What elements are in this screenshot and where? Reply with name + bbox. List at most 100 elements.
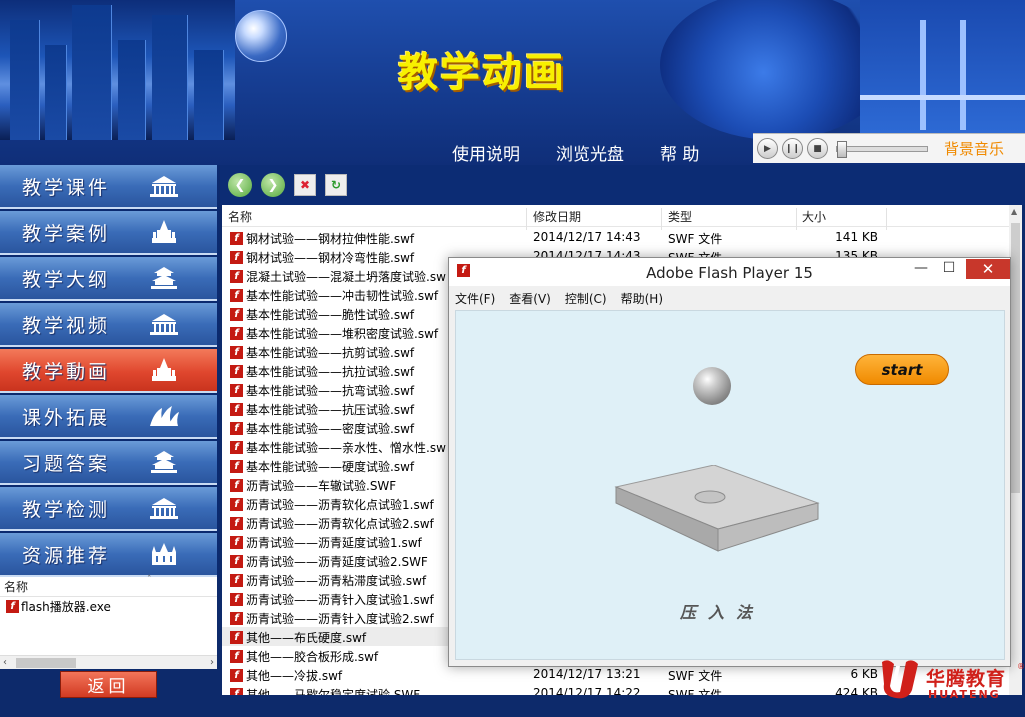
play-icon[interactable]: ▶	[757, 138, 778, 159]
sort-up-icon: ˆ	[147, 575, 152, 585]
menu-control[interactable]: 控制(C)	[565, 290, 607, 307]
explorer-toolbar: ❮ ❯ ✖ ↻	[220, 165, 1025, 205]
minimize-icon[interactable]: —	[911, 260, 931, 278]
city-skyline-image	[0, 0, 235, 140]
sidebar-item-label: 教学案例	[22, 222, 111, 245]
left-file-list: 名称 ˆ f flash播放器.exe ‹ ›	[0, 575, 217, 669]
list-item[interactable]: f flash播放器.exe	[0, 597, 217, 616]
nav-help[interactable]: 帮 助	[660, 140, 699, 165]
temple-icon	[151, 267, 177, 289]
col-name[interactable]: 名称	[228, 208, 252, 225]
menu-file[interactable]: 文件(F)	[455, 290, 495, 307]
bridge-image	[860, 0, 1025, 140]
palace-icon	[152, 358, 176, 381]
logo-cn: 华腾教育	[926, 668, 1007, 690]
swf-file-icon: f	[230, 403, 243, 416]
brand-logo: 华腾教育 HUATENG ®	[874, 656, 1025, 717]
nav-instructions[interactable]: 使用说明	[452, 140, 520, 165]
file-name-cell: f 基本性能试验——亲水性、憎水性.sw	[230, 439, 446, 456]
menu-help[interactable]: 帮助(H)	[621, 290, 663, 307]
back-button[interactable]: 返回	[60, 671, 157, 698]
swf-file-icon: f	[230, 555, 243, 568]
sidebar-item-label: 习题答案	[22, 452, 111, 475]
flash-menubar: 文件(F) 查看(V) 控制(C) 帮助(H)	[455, 290, 663, 307]
refresh-icon[interactable]: ↻	[325, 174, 347, 196]
col-type[interactable]: 类型	[668, 208, 692, 225]
file-date: 2014/12/17 14:22	[533, 686, 641, 695]
sidebar-item-animations[interactable]: 教学動画	[0, 349, 217, 393]
file-name: 基本性能试验——亲水性、憎水性.sw	[246, 441, 446, 455]
scroll-right-icon[interactable]: ›	[210, 657, 214, 668]
file-name: 沥青试验——沥青延度试验1.swf	[246, 536, 422, 550]
file-name-cell: f 基本性能试验——密度试验.swf	[230, 420, 414, 437]
stage-caption: 压入法	[680, 603, 765, 622]
test-plate-image	[614, 465, 820, 552]
swf-file-icon: f	[230, 669, 243, 682]
stop-icon[interactable]: ■	[807, 138, 828, 159]
volume-slider-knob[interactable]	[837, 140, 847, 158]
file-name-cell: f 钢材试验——钢材冷弯性能.swf	[230, 249, 414, 266]
file-name: 其他——布氏硬度.swf	[246, 631, 367, 645]
top-nav: 使用说明 浏览光盘 帮 助	[452, 140, 699, 165]
opera-house-icon	[150, 406, 179, 426]
swf-file-icon: f	[6, 600, 19, 613]
forward-arrow-icon[interactable]: ❯	[261, 173, 285, 197]
volume-slider[interactable]	[836, 140, 928, 158]
file-name: 基本性能试验——抗拉试验.swf	[246, 365, 415, 379]
close-icon[interactable]: ✕	[966, 259, 1010, 279]
earth-image	[660, 0, 890, 140]
swf-file-icon: f	[230, 688, 243, 695]
sidebar-item-label: 教学视频	[22, 314, 111, 337]
sidebar-item-extension[interactable]: 课外拓展	[0, 395, 217, 439]
file-date: 2014/12/17 14:43	[533, 230, 641, 244]
file-name-cell: f 沥青试验——沥青粘滞度试验.swf	[230, 572, 426, 589]
file-size: 424 KB	[835, 686, 878, 695]
sidebar-item-answers[interactable]: 习题答案	[0, 441, 217, 485]
scroll-left-icon[interactable]: ‹	[3, 657, 7, 668]
menu-view[interactable]: 查看(V)	[509, 290, 551, 307]
file-name-cell: f 混凝土试验——混凝土坍落度试验.sw	[230, 268, 446, 285]
sidebar-item-syllabus[interactable]: 教学大纲	[0, 257, 217, 301]
scrollbar-thumb[interactable]	[16, 658, 76, 668]
sidebar-item-courseware[interactable]: 教学课件	[0, 165, 217, 209]
file-name-cell: f 基本性能试验——堆积密度试验.swf	[230, 325, 438, 342]
flash-player-window: f Adobe Flash Player 15 — ☐ ✕ 文件(F) 查看(V…	[448, 257, 1011, 667]
nav-browse-disc[interactable]: 浏览光盘	[556, 140, 624, 165]
file-name: 沥青试验——沥青延度试验2.SWF	[246, 555, 428, 569]
temple-icon	[151, 451, 177, 473]
col-date[interactable]: 修改日期	[533, 208, 581, 225]
sidebar-item-resources[interactable]: 资源推荐	[0, 533, 217, 577]
maximize-icon[interactable]: ☐	[939, 260, 959, 278]
sidebar-item-assessment[interactable]: 教学检测	[0, 487, 217, 531]
sidebar-item-videos[interactable]: 教学视频	[0, 303, 217, 347]
file-type: SWF 文件	[668, 688, 723, 695]
back-arrow-icon[interactable]: ❮	[228, 173, 252, 197]
sidebar-item-label: 资源推荐	[22, 544, 111, 567]
swf-file-icon: f	[230, 422, 243, 435]
file-name-cell: f 沥青试验——沥青针入度试验2.swf	[230, 610, 434, 627]
horizontal-scrollbar[interactable]: ‹ ›	[0, 655, 217, 669]
table-row[interactable]: f 钢材试验——钢材拉伸性能.swf 2014/12/17 14:43 SWF 文件 1…	[222, 228, 1022, 247]
music-label: 背景音乐	[944, 140, 1005, 158]
swf-file-icon: f	[230, 498, 243, 511]
page-title: 教学动画	[398, 50, 566, 96]
sidebar-item-label: 教学大纲	[22, 268, 111, 291]
sidebar-item-cases[interactable]: 教学案例	[0, 211, 217, 255]
delete-icon[interactable]: ✖	[294, 174, 316, 196]
file-size: 6 KB	[850, 667, 878, 681]
start-button[interactable]: start	[855, 354, 949, 385]
file-name: 混凝土试验——混凝土坍落度试验.sw	[246, 270, 446, 284]
list-item-label: flash播放器.exe	[21, 600, 111, 614]
cathedral-icon	[152, 543, 176, 565]
file-name: 基本性能试验——脆性试验.swf	[246, 308, 415, 322]
file-name-cell: f 基本性能试验——抗拉试验.swf	[230, 363, 414, 380]
pause-icon[interactable]: ❙❙	[782, 138, 803, 159]
col-size[interactable]: 大小	[802, 208, 826, 225]
building-icon	[150, 176, 178, 197]
left-list-header[interactable]: 名称 ˆ	[0, 575, 217, 597]
scrollbar-thumb[interactable]	[1011, 223, 1020, 493]
scroll-up-icon[interactable]: ▲	[1011, 207, 1017, 216]
file-name: 钢材试验——钢材冷弯性能.swf	[246, 251, 415, 265]
music-player: ▶ ❙❙ ■ 背景音乐	[753, 133, 1025, 163]
swf-file-icon: f	[230, 517, 243, 530]
